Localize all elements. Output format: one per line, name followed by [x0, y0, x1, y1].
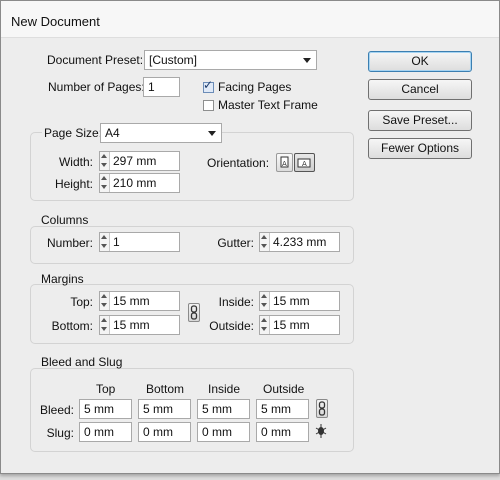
margin-inside-label: Inside: [218, 295, 254, 309]
gutter-input[interactable]: 4.233 mm [259, 232, 340, 252]
facing-pages-label: Facing Pages [218, 80, 292, 94]
margin-top-input[interactable]: 15 mm [99, 291, 180, 311]
master-text-frame-label: Master Text Frame [218, 98, 318, 112]
portrait-icon: A [280, 156, 289, 168]
margin-top-value: 15 mm [113, 294, 150, 308]
margin-outside-value: 15 mm [273, 318, 310, 332]
bleed-inside-input[interactable]: 5 mm [197, 399, 250, 419]
width-stepper[interactable] [100, 152, 110, 170]
bleed-header-top: Top [96, 382, 116, 396]
master-text-frame-checkbox[interactable] [203, 100, 214, 111]
bleed-header-inside: Inside [208, 382, 241, 396]
height-input[interactable]: 210 mm [99, 173, 180, 193]
bleed-label: Bleed: [39, 403, 74, 417]
height-value: 210 mm [113, 176, 157, 190]
slug-outside-value: 0 mm [261, 425, 291, 439]
page-size-label: Page Size: [42, 126, 105, 140]
landscape-orientation-button[interactable]: A [294, 153, 315, 172]
margin-inside-input[interactable]: 15 mm [259, 291, 340, 311]
bleed-top-input[interactable]: 5 mm [79, 399, 132, 419]
bleed-bottom-input[interactable]: 5 mm [138, 399, 191, 419]
landscape-icon: A [297, 158, 311, 168]
chevron-down-icon [303, 58, 311, 63]
number-of-pages-input[interactable]: 1 [143, 77, 180, 97]
ok-button[interactable]: OK [368, 51, 472, 72]
new-document-dialog: New Document Document Preset: [Custom] N… [0, 0, 500, 474]
cancel-button[interactable]: Cancel [368, 79, 472, 100]
bleed-bottom-value: 5 mm [143, 402, 173, 416]
margin-inside-stepper[interactable] [260, 292, 270, 310]
slug-link-button[interactable] [314, 423, 328, 439]
document-preset-value: [Custom] [149, 53, 198, 67]
number-of-pages-value: 1 [148, 80, 155, 94]
height-stepper[interactable] [100, 174, 110, 192]
slug-top-input[interactable]: 0 mm [79, 422, 132, 442]
margins-link-button[interactable] [188, 303, 200, 322]
margin-bottom-value: 15 mm [113, 318, 150, 332]
save-preset-button[interactable]: Save Preset... [368, 110, 472, 131]
margin-outside-label: Outside: [209, 319, 254, 333]
window-title: New Document [11, 14, 100, 29]
margin-outside-input[interactable]: 15 mm [259, 315, 340, 335]
slug-top-value: 0 mm [84, 425, 114, 439]
width-label: Width: [58, 155, 93, 169]
svg-text:A: A [282, 160, 287, 168]
bleed-outside-input[interactable]: 5 mm [256, 399, 309, 419]
margin-bottom-label: Bottom: [51, 319, 93, 333]
margin-outside-stepper[interactable] [260, 316, 270, 334]
slug-outside-input[interactable]: 0 mm [256, 422, 309, 442]
margin-bottom-input[interactable]: 15 mm [99, 315, 180, 335]
columns-number-input[interactable]: 1 [99, 232, 180, 252]
broken-chain-icon [315, 424, 327, 438]
margin-inside-value: 15 mm [273, 294, 310, 308]
bleed-header-outside: Outside [263, 382, 305, 396]
bleed-header-bottom: Bottom [146, 382, 185, 396]
bleed-link-button[interactable] [316, 399, 328, 418]
margin-bottom-stepper[interactable] [100, 316, 110, 334]
orientation-label: Orientation: [207, 156, 270, 170]
number-of-pages-label: Number of Pages: [48, 80, 145, 94]
bleed-top-value: 5 mm [84, 402, 114, 416]
document-preset-dropdown[interactable]: [Custom] [144, 50, 317, 70]
dialog-body: Document Preset: [Custom] Number of Page… [1, 38, 499, 473]
margin-top-stepper[interactable] [100, 292, 110, 310]
page-size-value: A4 [105, 126, 120, 140]
checkmark-icon: ✓ [203, 78, 214, 92]
width-value: 297 mm [113, 154, 157, 168]
slug-inside-value: 0 mm [202, 425, 232, 439]
slug-label: Slug: [46, 426, 74, 440]
portrait-orientation-button[interactable]: A [276, 153, 293, 172]
chain-link-icon [190, 305, 198, 320]
columns-title: Columns [41, 213, 89, 227]
chain-link-icon [318, 401, 326, 416]
bleed-outside-value: 5 mm [261, 402, 291, 416]
document-preset-label: Document Preset: [47, 53, 144, 67]
height-label: Height: [54, 177, 93, 191]
columns-number-label: Number: [46, 236, 93, 250]
gutter-value: 4.233 mm [273, 235, 327, 249]
fewer-options-button[interactable]: Fewer Options [368, 138, 472, 159]
columns-number-stepper[interactable] [100, 233, 110, 251]
svg-text:A: A [302, 160, 307, 168]
slug-inside-input[interactable]: 0 mm [197, 422, 250, 442]
gutter-label: Gutter: [217, 236, 254, 250]
margin-top-label: Top: [70, 295, 93, 309]
slug-bottom-input[interactable]: 0 mm [138, 422, 191, 442]
columns-number-value: 1 [113, 235, 120, 249]
bleed-slug-title: Bleed and Slug [41, 355, 123, 369]
margins-title: Margins [41, 272, 84, 286]
title-bar[interactable]: New Document [1, 1, 499, 38]
bleed-inside-value: 5 mm [202, 402, 232, 416]
page-size-dropdown[interactable]: A4 [100, 123, 222, 143]
slug-bottom-value: 0 mm [143, 425, 173, 439]
chevron-down-icon [208, 131, 216, 136]
facing-pages-checkbox[interactable]: ✓ [203, 78, 214, 93]
width-input[interactable]: 297 mm [99, 151, 180, 171]
gutter-stepper[interactable] [260, 233, 270, 251]
